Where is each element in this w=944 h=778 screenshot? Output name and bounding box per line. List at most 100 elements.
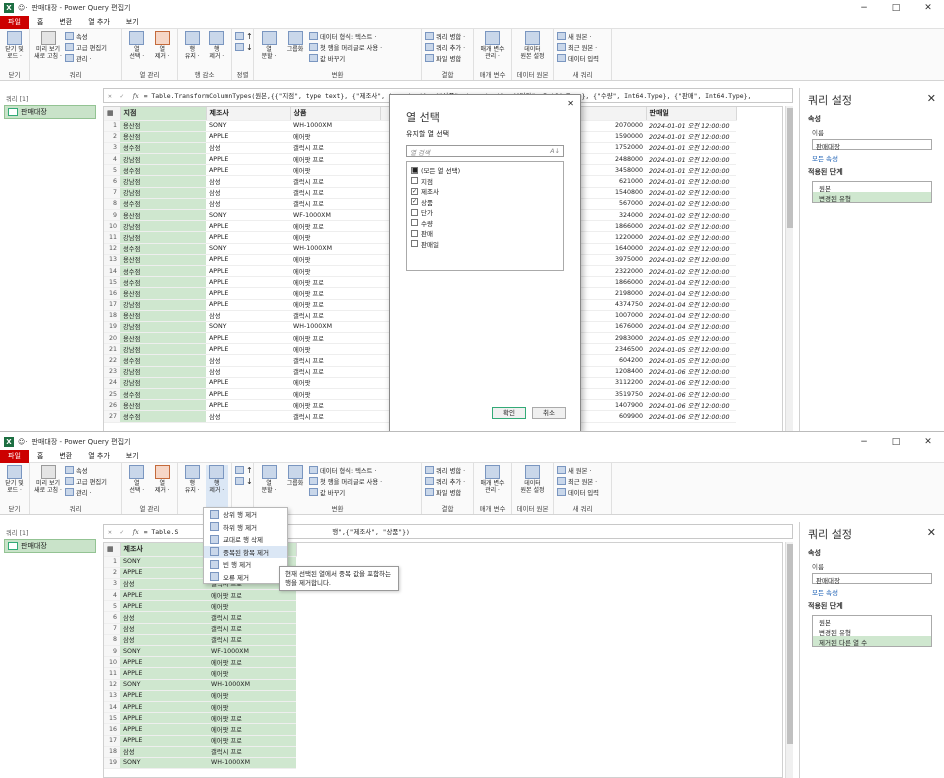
menu-item-remove-blank-rows[interactable]: 빈 행 제거 [204,558,287,571]
table-cell[interactable]: 강남점 [120,299,206,311]
sort-descending-icon[interactable]: ↓ [235,43,253,52]
table-cell[interactable]: 용산점 [120,332,206,345]
table-row[interactable]: 18 삼성 갤럭시 프로 [104,746,296,758]
recent-sources-button[interactable]: 최근 원본 · [557,43,599,52]
table-cell[interactable]: 2024-01-01 오전 12:00:00 [646,131,736,143]
table-cell[interactable]: 14 [104,701,120,714]
table-cell[interactable]: 2024-01-04 오전 12:00:00 [646,299,736,311]
table-row[interactable]: 12 SONY WH-1000XM [104,679,296,691]
table-cell[interactable]: APPLE [206,343,290,356]
table-cell[interactable]: 12 [104,679,120,691]
combine-files-button[interactable]: 파일 병합 [425,54,465,63]
table-cell[interactable]: 성수점 [120,410,206,423]
table-cell[interactable]: 7 [104,187,120,199]
table-cell[interactable]: 에어팟 [290,388,380,401]
table-cell[interactable]: 에어팟 프로 [290,287,380,300]
table-cell[interactable]: 2024-01-06 오전 12:00:00 [646,366,736,378]
table-cell[interactable]: 삼성 [206,142,290,155]
table-cell[interactable]: 15 [104,712,120,725]
query-item-sales[interactable]: 판매대장 [4,539,96,553]
table-cell[interactable]: 에어팟 프로 [290,399,380,412]
column-checkbox-item[interactable]: ■ (모든 열 선택) [411,165,559,176]
replace-values-button[interactable]: 값 바꾸기 [309,54,382,63]
table-cell[interactable]: 2024-01-05 오전 12:00:00 [646,343,736,356]
table-cell[interactable]: 26 [104,399,120,412]
column-checkbox-item[interactable]: 지점 [411,176,559,187]
sort-az-icon[interactable]: A↓ [550,147,560,155]
table-cell[interactable]: APPLE [206,231,290,244]
column-checkbox-item[interactable]: ✓ 제조사 [411,186,559,197]
table-cell[interactable]: 용산점 [120,310,206,322]
table-cell[interactable]: 에어팟 [290,164,380,177]
table-cell[interactable]: 삼성 [120,623,208,635]
table-row[interactable]: 14 APPLE 에어팟 [104,701,296,714]
confirm-icon[interactable]: ✓ [116,528,128,536]
table-cell[interactable]: 11 [104,667,120,680]
table-cell[interactable]: 성수점 [120,265,206,278]
use-first-row-headers-button[interactable]: 첫 행을 머리글로 사용 · [309,43,382,52]
table-row[interactable]: 13 APPLE 에어팟 [104,690,296,702]
table-cell[interactable]: 용산점 [120,287,206,300]
checkbox[interactable]: ✓ [411,187,418,195]
confirm-icon[interactable]: ✓ [116,92,128,100]
tab-home[interactable]: 홈 [29,450,51,463]
tab-add-column[interactable]: 열 추가 [80,16,118,29]
table-cell[interactable]: 2024-01-06 오전 12:00:00 [646,377,736,390]
table-row[interactable]: 4 APPLE 에어팟 프로 [104,589,296,602]
table-cell[interactable]: APPLE [206,254,290,266]
table-cell[interactable]: 2024-01-02 오전 12:00:00 [646,254,736,266]
merge-queries-button[interactable]: 쿼리 병합 · [425,466,465,475]
table-cell[interactable]: APPLE [120,589,208,602]
table-cell[interactable]: APPLE [120,567,208,579]
tab-file[interactable]: 파일 [0,15,29,29]
table-cell[interactable]: WF-1000XM [290,209,380,222]
table-cell[interactable]: 에어팟 프로 [208,589,296,602]
minimize-icon[interactable]: − [848,3,880,13]
table-cell[interactable]: SONY [206,209,290,222]
table-cell[interactable]: APPLE [206,265,290,278]
table-cell[interactable]: 갤럭시 프로 [290,410,380,423]
enter-data-button[interactable]: 데이터 입력 [557,54,599,63]
table-cell[interactable]: 18 [104,310,120,322]
table-cell[interactable]: 17 [104,735,120,747]
table-cell[interactable]: 강남점 [120,321,206,334]
recent-sources-button[interactable]: 최근 원본 · [557,477,599,486]
properties-section[interactable]: 속성 [800,112,944,126]
table-cell[interactable]: 에어팟 [290,254,380,266]
table-row[interactable]: 11 APPLE 에어팟 [104,667,296,680]
table-cell[interactable]: 에어팟 [290,343,380,356]
all-properties-link[interactable]: 모든 속성 [800,585,944,599]
table-cell[interactable]: 2024-01-01 오전 12:00:00 [646,175,736,188]
table-cell[interactable]: 에어팟 프로 [290,153,380,166]
table-cell[interactable]: 2024-01-02 오전 12:00:00 [646,187,736,199]
table-cell[interactable]: 2024-01-02 오전 12:00:00 [646,265,736,278]
manage-button[interactable]: 관리 · [65,488,107,497]
table-cell[interactable]: 6 [104,175,120,188]
table-cell[interactable]: 삼성 [120,578,208,591]
append-queries-button[interactable]: 쿼리 추가 · [425,43,465,52]
table-cell[interactable]: 14 [104,265,120,278]
table-cell[interactable]: 삼성 [206,198,290,211]
table-cell[interactable]: APPLE [120,723,208,736]
new-source-button[interactable]: 새 원본 · [557,466,599,475]
table-cell[interactable]: APPLE [206,164,290,177]
tab-add-column[interactable]: 열 추가 [80,450,118,463]
table-cell[interactable]: WH-1000XM [290,120,380,132]
table-cell[interactable]: 2024-01-02 오전 12:00:00 [646,198,736,211]
table-cell[interactable]: APPLE [206,299,290,311]
table-cell[interactable]: APPLE [206,131,290,143]
table-cell[interactable]: 용산점 [120,399,206,412]
combine-files-button[interactable]: 파일 병합 [425,488,465,497]
table-cell[interactable]: 강남점 [120,377,206,390]
table-cell[interactable]: 용산점 [120,209,206,222]
table-row[interactable]: 7 삼성 갤럭시 프로 [104,623,296,635]
vertical-scrollbar[interactable] [785,106,793,431]
step-item[interactable]: 변경된 유형 [813,626,931,637]
table-cell[interactable]: APPLE [120,701,208,714]
table-cell[interactable]: SONY [120,645,208,658]
keep-rows-button[interactable]: 행 유지 · [181,465,204,514]
table-cell[interactable]: 1 [104,120,120,132]
table-cell[interactable]: 9 [104,209,120,222]
table-cell[interactable]: 성수점 [120,276,206,289]
table-cell[interactable]: 4 [104,153,120,166]
